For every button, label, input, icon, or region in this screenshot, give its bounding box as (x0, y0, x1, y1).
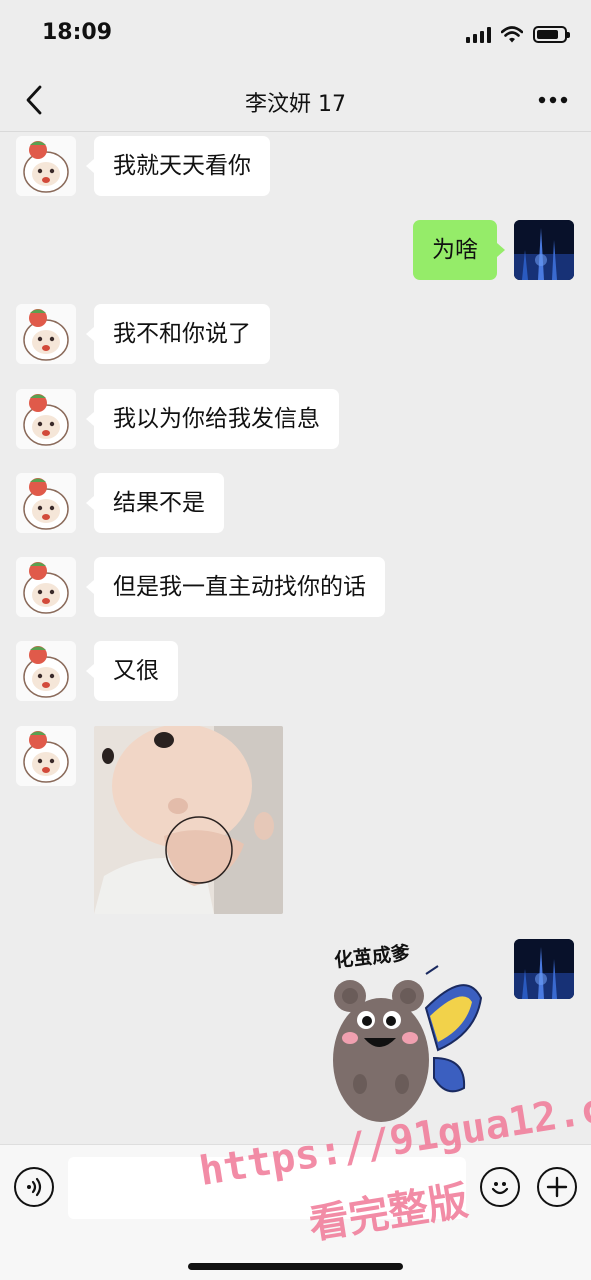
contact-avatar[interactable] (16, 641, 76, 701)
message-bubble[interactable]: 又很 (86, 641, 178, 701)
emoji-icon (491, 1182, 509, 1195)
my-avatar[interactable] (514, 939, 574, 999)
contact-avatar[interactable] (16, 389, 76, 449)
voice-button[interactable] (14, 1167, 54, 1207)
wifi-icon (501, 26, 523, 43)
message-bubble[interactable]: 我就天天看你 (86, 136, 270, 196)
input-bar (0, 1144, 591, 1280)
home-indicator (188, 1263, 403, 1270)
chat-area[interactable]: 我就天天看你 为啥 我不和你说了 我以为你给我发信息 结果不是 但是我一直主动找… (0, 132, 591, 1144)
message-bubble[interactable]: 为啥 (413, 220, 505, 280)
bear-butterfly-sticker (333, 965, 483, 1122)
chat-title: 李汶妍 17 (245, 92, 346, 117)
signal-icon (466, 26, 491, 43)
contact-avatar[interactable] (16, 726, 76, 786)
voice-icon (27, 1177, 42, 1197)
status-bar: 18:09 (0, 0, 591, 70)
message-bubble[interactable]: 我以为你给我发信息 (86, 389, 339, 449)
chat-header: 李汶妍 17 (0, 70, 591, 132)
more-button[interactable] (533, 82, 573, 118)
more-dots-icon (538, 96, 568, 104)
message-bubble[interactable]: 我不和你说了 (86, 304, 270, 364)
status-time: 18:09 (42, 20, 113, 45)
battery-icon (533, 26, 570, 43)
contact-avatar[interactable] (16, 473, 76, 533)
plus-icon (546, 1176, 568, 1198)
photo-message[interactable] (94, 726, 283, 914)
message-bubble[interactable]: 结果不是 (86, 473, 224, 533)
emoji-button[interactable] (480, 1167, 520, 1207)
my-avatar[interactable] (514, 220, 574, 280)
contact-avatar[interactable] (16, 304, 76, 364)
status-icons (466, 26, 570, 43)
contact-avatar[interactable] (16, 136, 76, 196)
plus-button[interactable] (537, 1167, 577, 1207)
sticker-message[interactable]: 化茧成爹 (326, 938, 496, 1128)
contact-avatar[interactable] (16, 557, 76, 617)
message-bubble[interactable]: 但是我一直主动找你的话 (86, 557, 385, 617)
message-input[interactable] (68, 1157, 466, 1219)
